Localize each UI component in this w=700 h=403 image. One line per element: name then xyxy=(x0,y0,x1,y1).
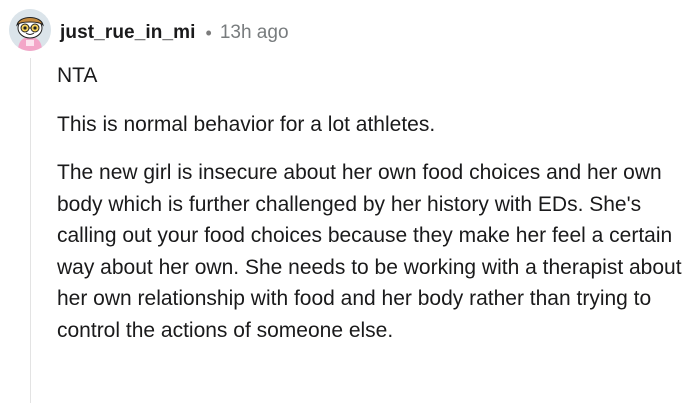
comment: just_rue_in_mi • 13h ago NTA This is nor… xyxy=(0,0,700,403)
comment-paragraph: The new girl is insecure about her own f… xyxy=(57,161,682,342)
thread-line[interactable] xyxy=(30,58,31,403)
comment-timestamp[interactable]: 13h ago xyxy=(220,22,289,44)
comment-paragraph: This is normal behavior for a lot athlet… xyxy=(57,113,436,136)
snoo-avatar-icon[interactable] xyxy=(9,9,51,51)
meta-separator: • xyxy=(205,22,212,43)
comment-header: just_rue_in_mi • 13h ago xyxy=(60,16,289,50)
author-username[interactable]: just_rue_in_mi xyxy=(60,22,196,44)
comment-paragraph: NTA xyxy=(57,64,98,87)
